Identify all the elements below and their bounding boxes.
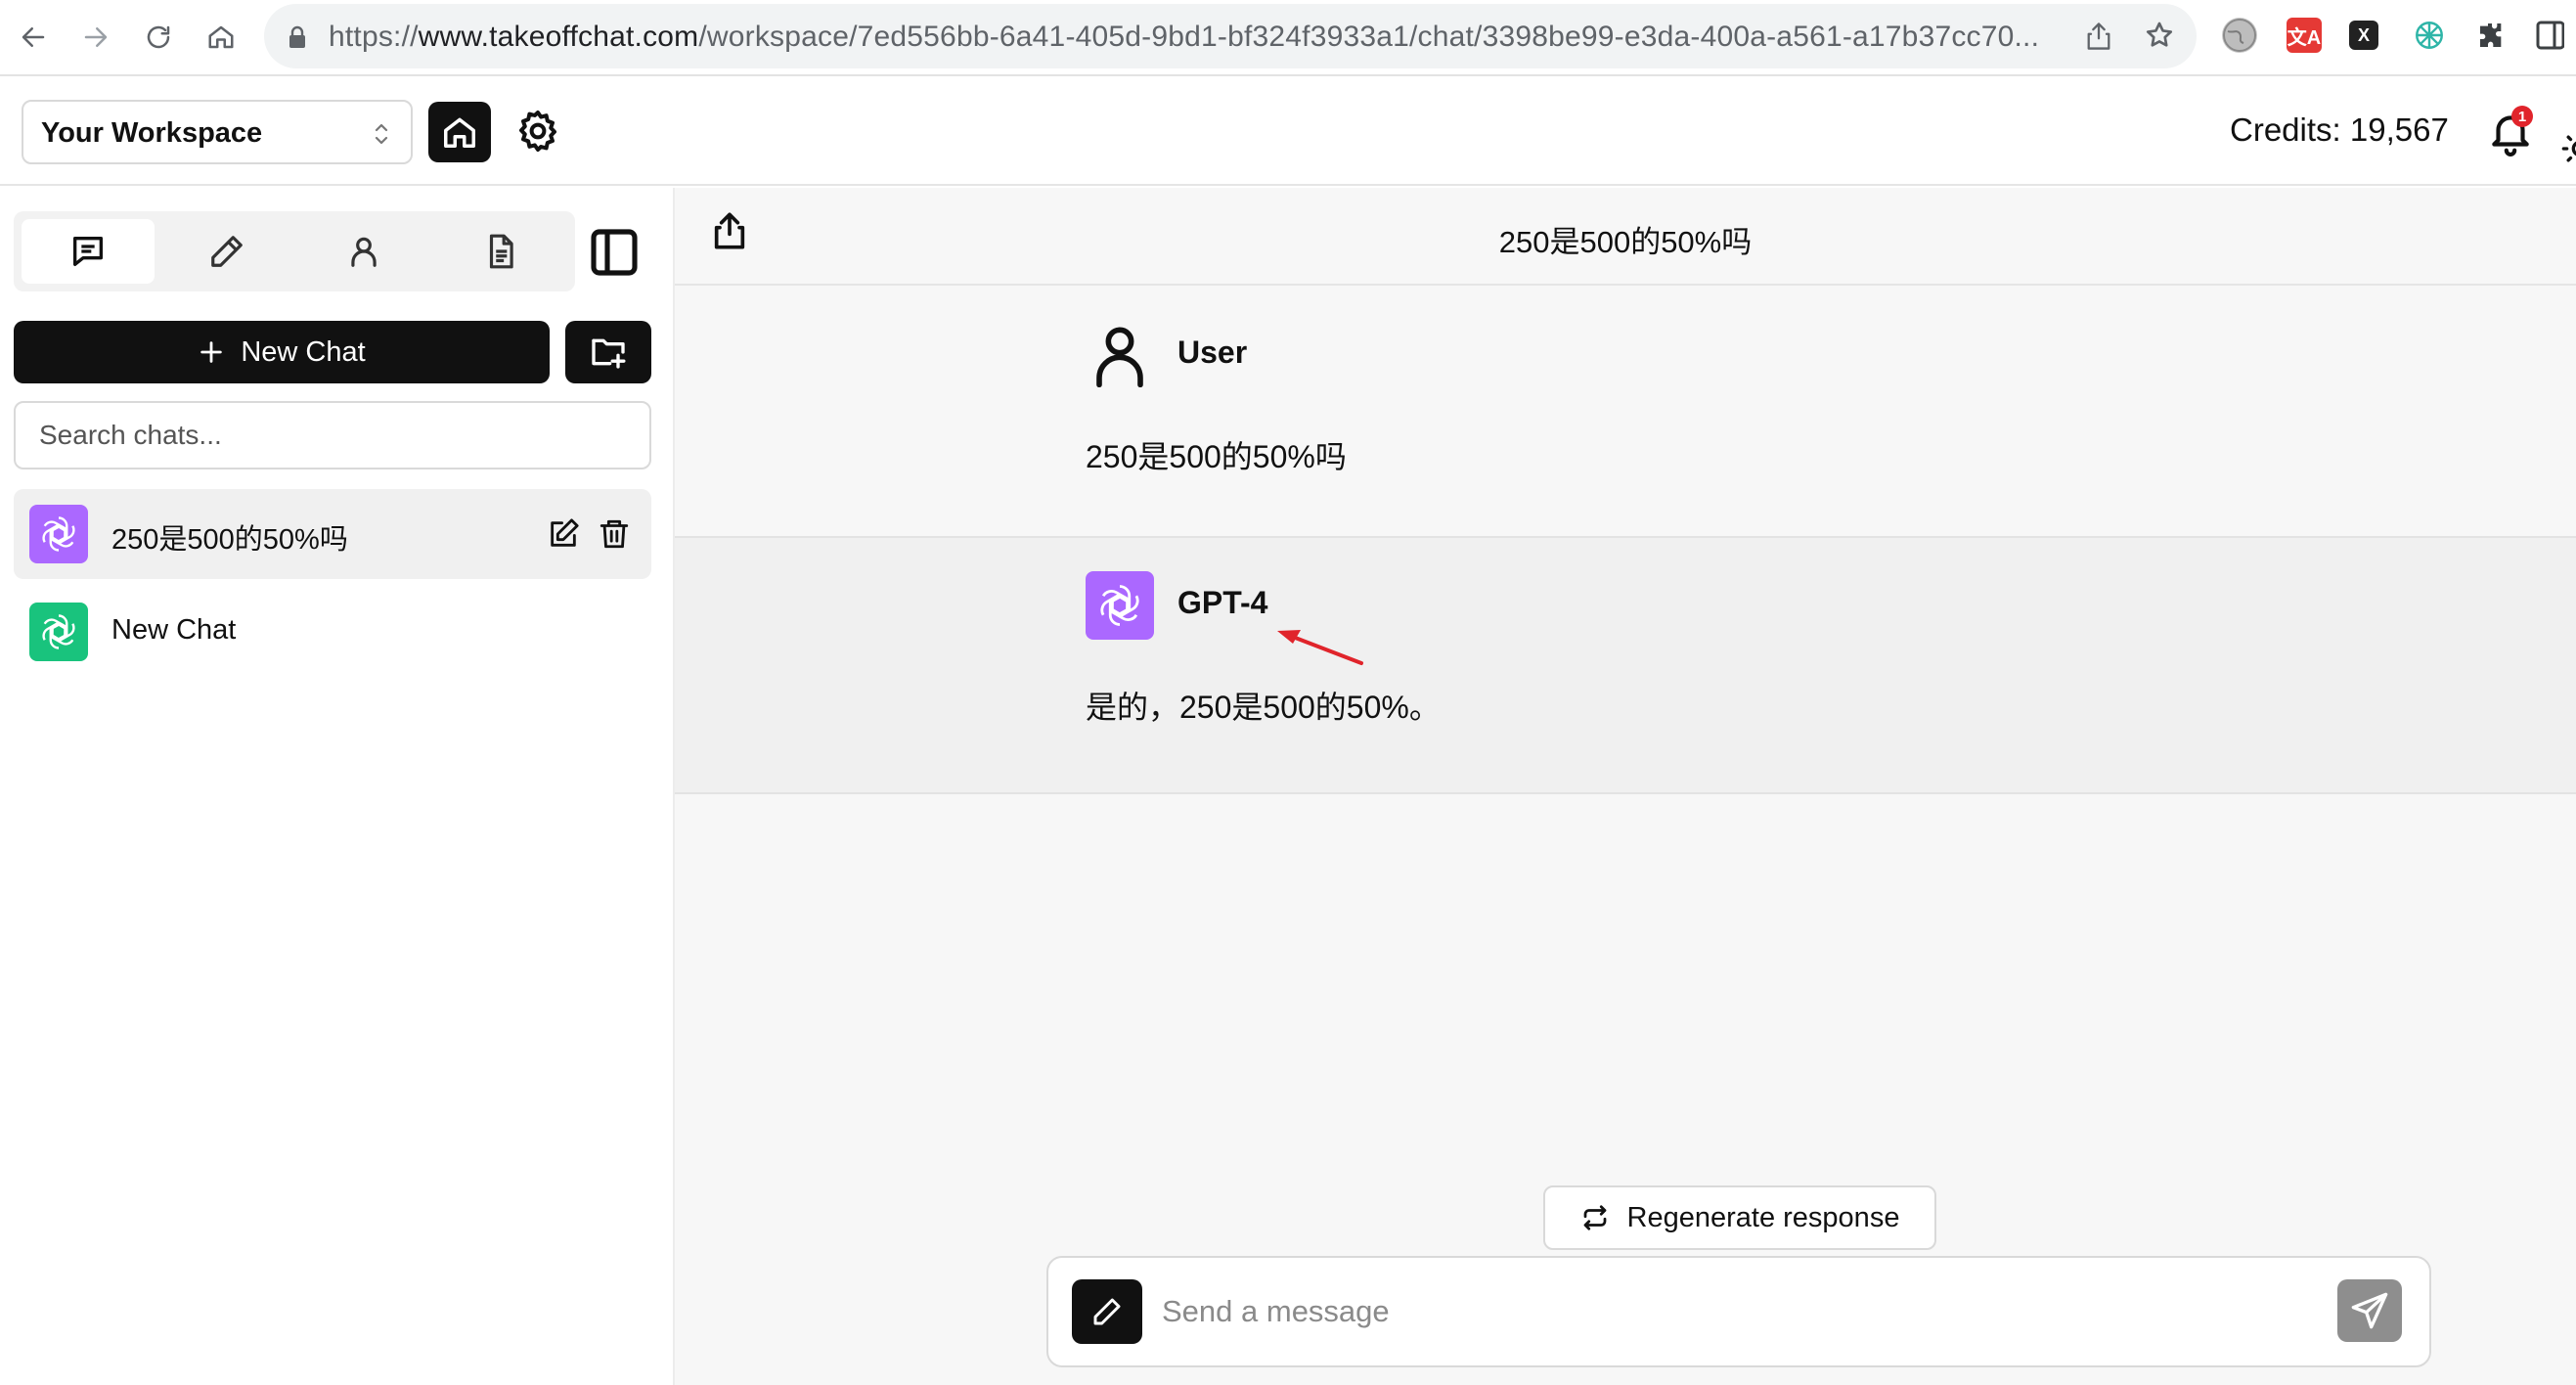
share-icon[interactable] <box>2085 21 2112 52</box>
sidepanel-icon[interactable] <box>2535 18 2564 53</box>
openai-logo-icon <box>29 603 88 661</box>
message-input[interactable] <box>1162 1283 2287 1340</box>
puzzle-extension-icon[interactable] <box>2474 18 2509 53</box>
pencil-icon <box>211 236 243 267</box>
send-icon <box>2351 1292 2388 1329</box>
send-button[interactable] <box>2337 1279 2402 1342</box>
address-bar[interactable]: https://www.takeoffchat.com/workspace/7e… <box>264 4 2197 68</box>
repeat-icon <box>1583 1205 1606 1230</box>
sun-icon[interactable] <box>2560 129 2576 168</box>
browser-toolbar: https://www.takeoffchat.com/workspace/7e… <box>0 0 2576 76</box>
assistant-message: GPT-4 是的，250是500的50%。 <box>675 538 2576 794</box>
search-chats-input[interactable] <box>14 401 651 469</box>
message-text: 是的，250是500的50%。 <box>1086 690 1441 725</box>
tab-prompts[interactable] <box>160 219 293 284</box>
chat-list-item[interactable]: New Chat <box>14 587 651 677</box>
tab-assistants[interactable] <box>297 219 430 284</box>
workspace-label: Your Workspace <box>41 117 263 149</box>
tab-files[interactable] <box>434 219 567 284</box>
chat-main: 250是500的50%吗 User 250是500的50%吗 GPT-4 是的，… <box>675 188 2576 1385</box>
chat-title: New Chat <box>111 614 237 646</box>
url-host: www.takeoffchat.com <box>418 21 699 53</box>
lock-icon[interactable] <box>288 25 307 49</box>
url-prefix: https:// <box>329 21 419 53</box>
new-chat-button[interactable]: New Chat <box>14 321 550 383</box>
file-text-icon <box>489 234 513 269</box>
chat-topbar: 250是500的50%吗 <box>675 188 2576 286</box>
back-icon[interactable] <box>12 16 55 59</box>
message-role: User <box>1177 335 1248 370</box>
edit-icon[interactable] <box>544 514 583 554</box>
message-square-icon <box>73 237 104 266</box>
credits-display: Credits: 19,567 <box>2230 112 2449 148</box>
forward-icon[interactable] <box>74 16 117 59</box>
prompt-pencil-button[interactable] <box>1072 1279 1142 1344</box>
openai-extension-icon[interactable] <box>2412 18 2447 53</box>
notification-badge: 1 <box>2511 106 2533 127</box>
user-message: User 250是500的50%吗 <box>675 288 2576 538</box>
home-icon[interactable] <box>200 16 243 59</box>
new-chat-label: New Chat <box>241 335 366 368</box>
chevron-up-down-icon <box>372 119 391 149</box>
message-composer <box>1046 1256 2431 1367</box>
chat-list-item[interactable]: 250是500的50%吗 <box>14 489 651 579</box>
annotation-arrow-icon <box>1271 622 1369 671</box>
house-icon <box>444 117 475 148</box>
pencil-icon <box>1093 1298 1121 1325</box>
plus-icon <box>200 341 223 363</box>
openai-logo-icon <box>1086 571 1154 640</box>
new-folder-button[interactable] <box>565 321 651 383</box>
translate-extension-icon[interactable]: 文A <box>2287 18 2322 53</box>
star-icon[interactable] <box>2144 20 2175 51</box>
home-button[interactable] <box>428 102 491 162</box>
message-text: 250是500的50%吗 <box>1086 439 1347 474</box>
url-path: /workspace/7ed556bb-6a41-405d-9bd1-bf324… <box>698 21 2040 53</box>
chat-heading: 250是500的50%吗 <box>1498 225 1753 259</box>
message-role: GPT-4 <box>1177 585 1268 620</box>
user-icon <box>1086 321 1154 389</box>
user-icon <box>351 237 377 267</box>
openai-logo-icon <box>29 505 88 563</box>
app-header: Your Workspace Credits: 19,567 1 <box>0 78 2576 186</box>
sidebar-toggle-icon[interactable] <box>587 225 642 280</box>
folder-plus-icon <box>592 338 626 369</box>
regenerate-label: Regenerate response <box>1626 1201 1900 1233</box>
sidebar: New Chat 250是500的50%吗 New Chat <box>0 188 673 1385</box>
chat-title: 250是500的50%吗 <box>111 524 348 556</box>
trash-icon[interactable] <box>595 514 634 554</box>
regenerate-response-button[interactable]: Regenerate response <box>1543 1185 1936 1250</box>
sidebar-tabbar <box>14 211 575 291</box>
x-extension-icon[interactable]: X <box>2349 21 2378 50</box>
url-text[interactable]: https://www.takeoffchat.com/workspace/7e… <box>329 21 2039 54</box>
reload-icon[interactable] <box>137 16 180 59</box>
globe-extension-icon[interactable] <box>2222 18 2257 53</box>
settings-gear-icon[interactable] <box>514 108 561 155</box>
workspace-select[interactable]: Your Workspace <box>22 100 413 164</box>
tab-chats[interactable] <box>22 219 155 284</box>
